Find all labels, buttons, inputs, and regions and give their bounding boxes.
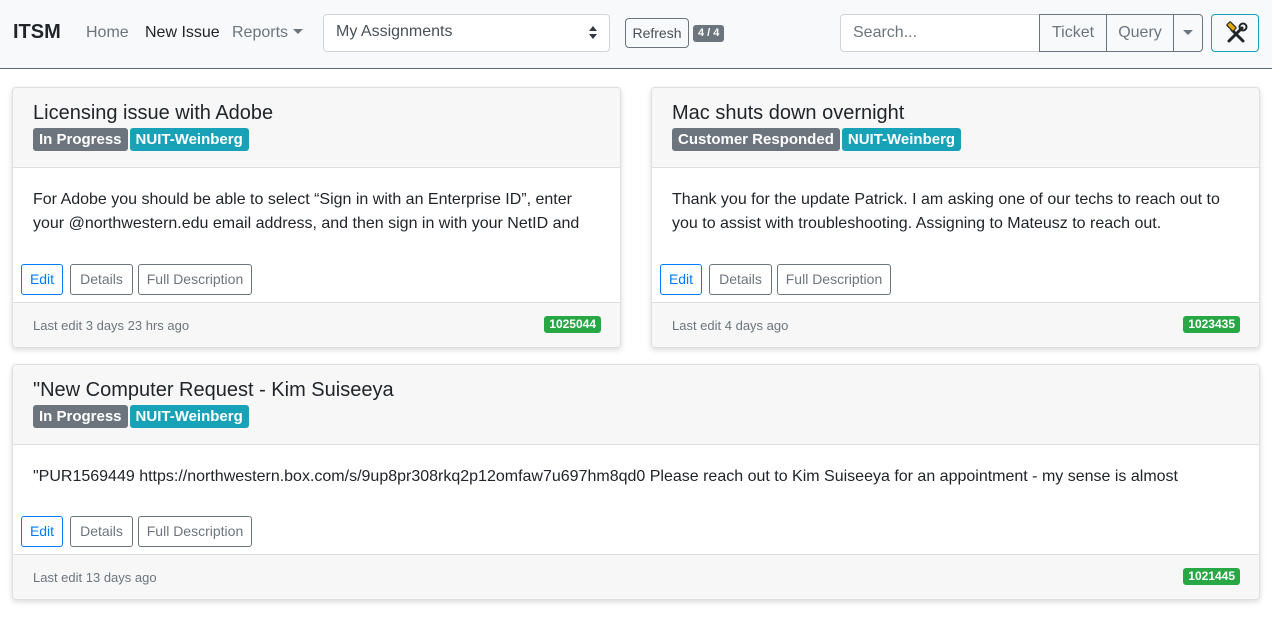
description-line: your @northwestern.edu email address, an… (33, 215, 580, 232)
issue-card: Mac shuts down overnight Customer Respon… (651, 87, 1260, 348)
reports-label: Reports (232, 24, 289, 41)
card-header: Licensing issue with Adobe In Progress NU… (13, 88, 620, 168)
view-select-value: My Assignments (336, 23, 453, 40)
group-badge: NUIT-Weinberg (841, 128, 962, 151)
status-badge: In Progress (33, 405, 128, 428)
nav-reports-dropdown[interactable]: Reports (232, 24, 304, 42)
card-footer: Last edit 4 days ago 1023435 (652, 302, 1259, 347)
chevron-down-icon (293, 29, 304, 34)
top-navbar: ITSM Home New Issue Reports My Assignmen… (0, 0, 1272, 69)
card-description: For Adobe you should be able to select “… (33, 188, 603, 236)
details-button[interactable]: Details (70, 516, 133, 547)
card-header: "New Computer Request - Kim Suiseeya In … (13, 365, 1259, 445)
last-edit-text: Last edit 4 days ago (672, 318, 789, 333)
card-description: "PUR1569449 https://northwestern.box.com… (33, 465, 1243, 489)
card-title[interactable]: Mac shuts down overnight (672, 102, 904, 125)
query-search-button[interactable]: Query (1106, 14, 1174, 52)
last-edit-text: Last edit 3 days 23 hrs ago (33, 318, 190, 333)
status-badge: In Progress (33, 128, 128, 151)
details-button[interactable]: Details (70, 264, 133, 295)
last-edit-text: Last edit 13 days ago (33, 570, 157, 585)
search-input[interactable]: Search... (840, 14, 1040, 52)
search-options-dropdown[interactable] (1173, 14, 1203, 52)
refresh-button[interactable]: Refresh (625, 18, 689, 48)
nav-new-issue-link[interactable]: New Issue (145, 24, 220, 42)
status-badge: Customer Responded (672, 128, 840, 151)
ticket-search-button[interactable]: Ticket (1039, 14, 1107, 52)
card-title[interactable]: "New Computer Request - Kim Suiseeya (33, 379, 394, 402)
view-select[interactable]: My Assignments (323, 14, 610, 52)
edit-button[interactable]: Edit (21, 264, 63, 295)
chevron-down-icon (1183, 30, 1193, 35)
card-badges: Customer Responded NUIT-Weinberg (672, 128, 963, 151)
ticket-number-badge: 1023435 (1183, 316, 1240, 333)
description-line: For Adobe you should be able to select “… (33, 191, 572, 208)
full-description-button[interactable]: Full Description (138, 516, 252, 547)
card-footer: Last edit 3 days 23 hrs ago 1025044 (13, 302, 620, 347)
issue-card: Licensing issue with Adobe In Progress NU… (12, 87, 621, 348)
edit-button[interactable]: Edit (21, 516, 63, 547)
issue-card: "New Computer Request - Kim Suiseeya In … (12, 364, 1260, 600)
card-badges: In Progress NUIT-Weinberg (33, 405, 251, 428)
card-badges: In Progress NUIT-Weinberg (33, 128, 251, 151)
ticket-number-badge: 1021445 (1183, 568, 1240, 585)
card-footer: Last edit 13 days ago 1021445 (13, 554, 1259, 599)
brand-logo[interactable]: ITSM (13, 21, 61, 44)
description-line: Thank you for the update Patrick. I am a… (672, 191, 1220, 208)
full-description-button[interactable]: Full Description (777, 264, 891, 295)
details-button[interactable]: Details (709, 264, 772, 295)
nav-home-link[interactable]: Home (86, 24, 129, 42)
description-line: you to assist with troubleshooting. Assi… (672, 215, 1162, 232)
select-arrows-icon (589, 26, 597, 40)
group-badge: NUIT-Weinberg (129, 405, 249, 428)
hammer-wrench-icon (1226, 21, 1248, 43)
ticket-number-badge: 1025044 (544, 316, 601, 333)
card-title[interactable]: Licensing issue with Adobe (33, 102, 273, 125)
card-header: Mac shuts down overnight Customer Respon… (652, 88, 1259, 168)
description-line: "PUR1569449 https://northwestern.box.com… (33, 468, 1178, 485)
group-badge: NUIT-Weinberg (129, 128, 249, 151)
tools-button[interactable] (1211, 14, 1259, 52)
card-description: Thank you for the update Patrick. I am a… (672, 188, 1242, 236)
full-description-button[interactable]: Full Description (138, 264, 252, 295)
edit-button[interactable]: Edit (660, 264, 702, 295)
issue-count-badge: 4 / 4 (693, 25, 725, 42)
